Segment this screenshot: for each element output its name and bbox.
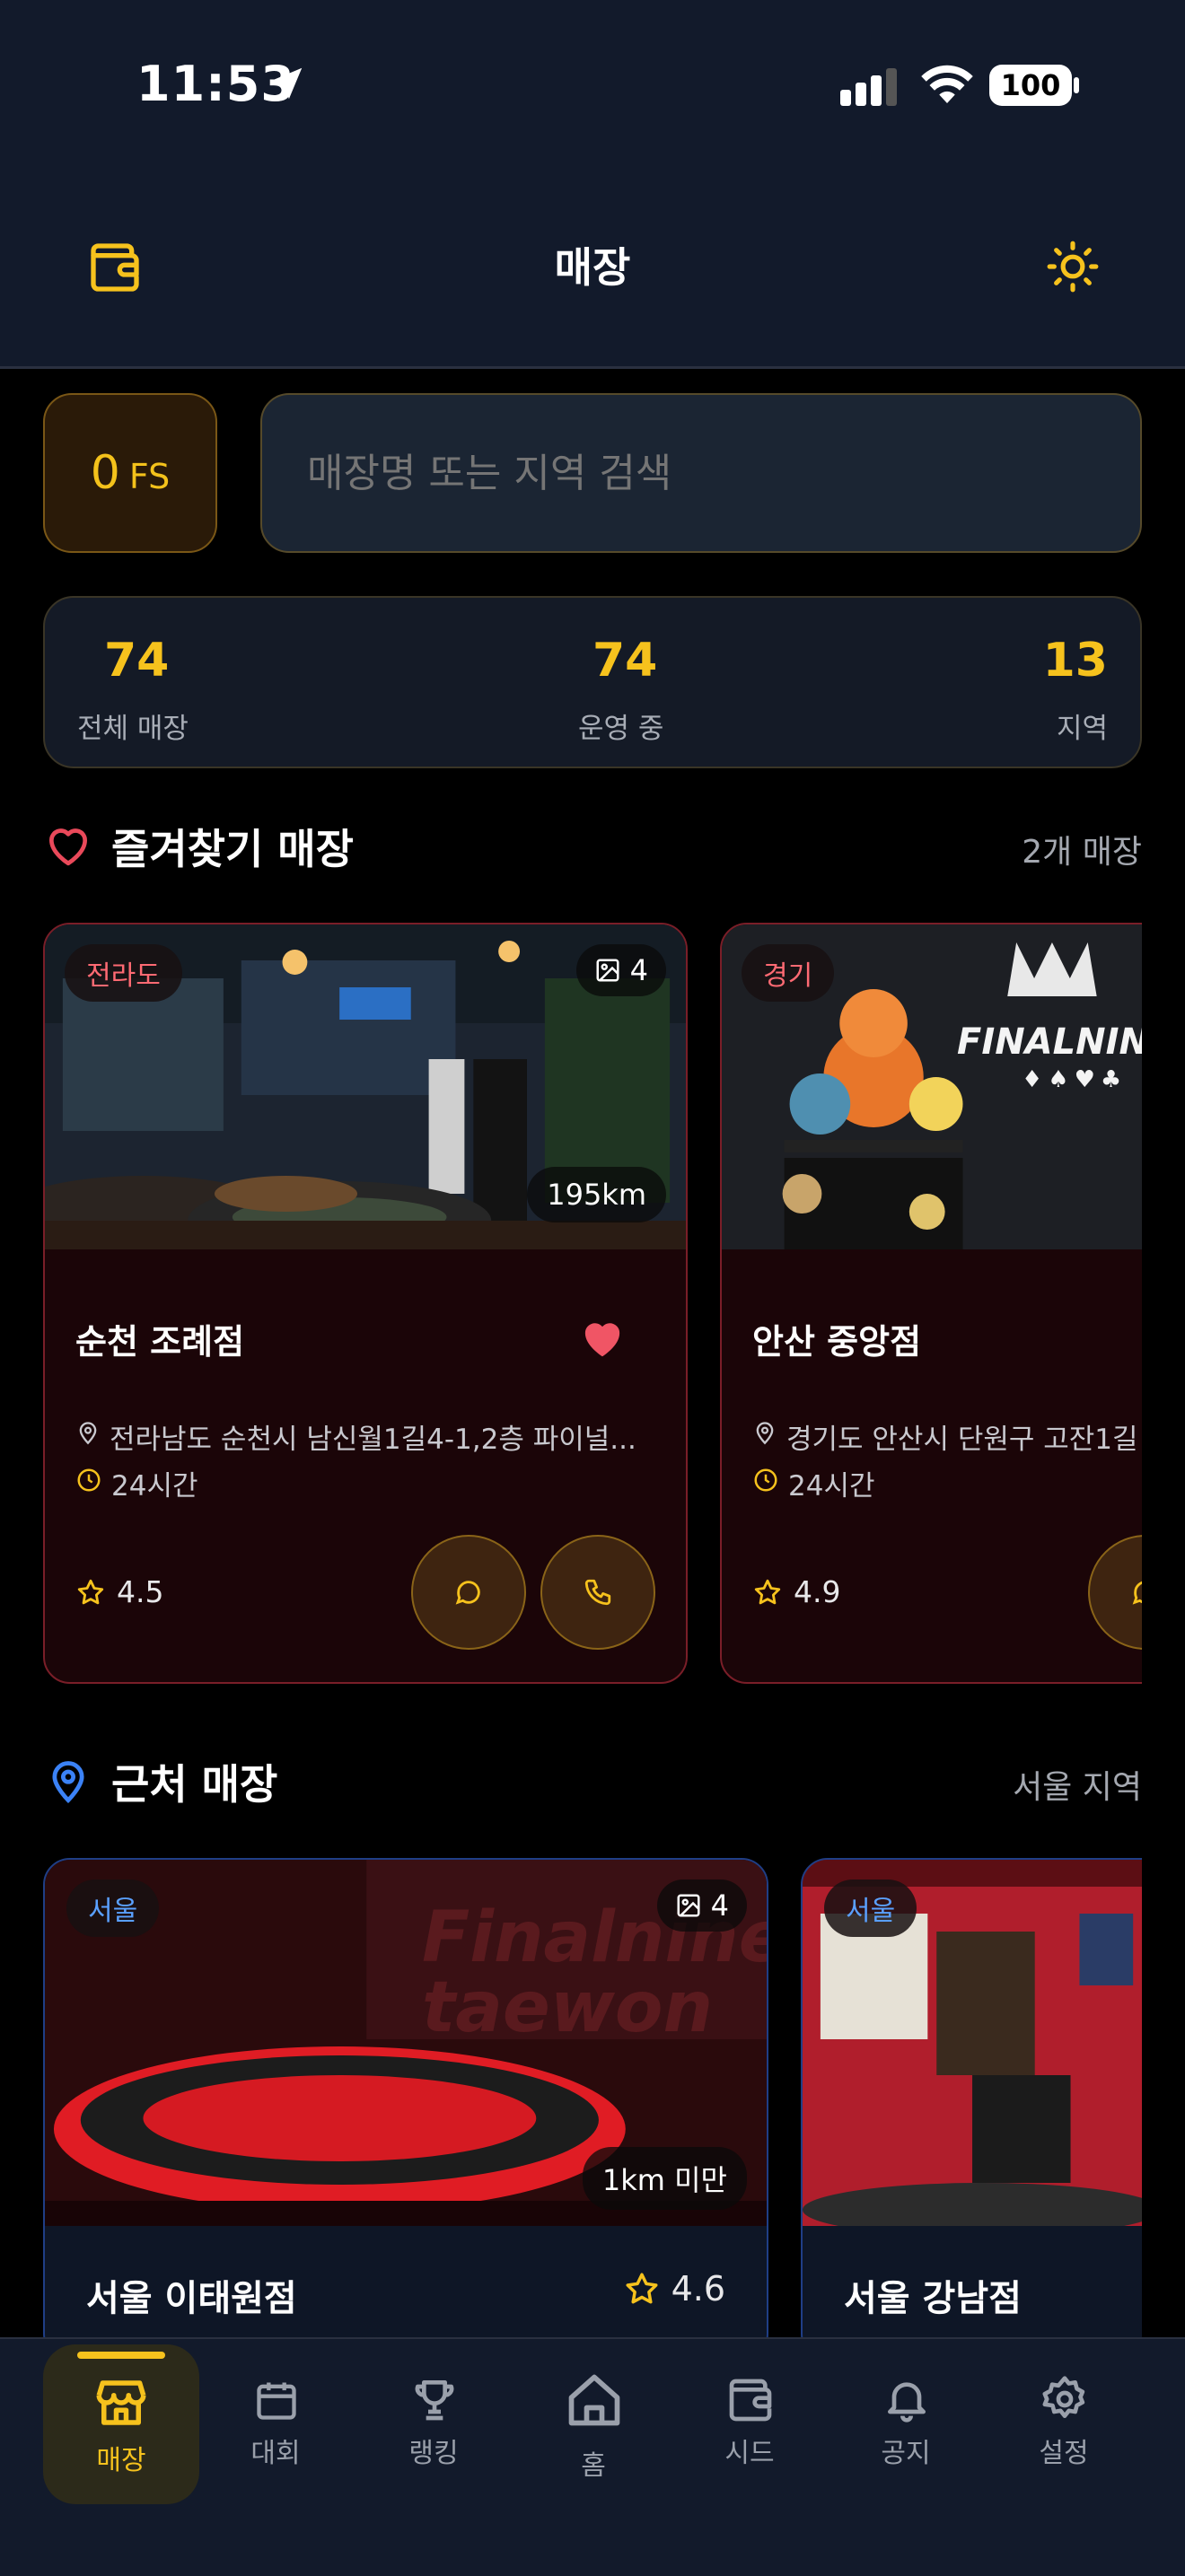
trophy-icon [415,2380,454,2421]
star-icon [754,1579,781,1604]
store-icon [96,2380,146,2425]
fs-amount: 0 [90,446,120,500]
sun-icon[interactable] [1045,239,1101,294]
active-tab-indicator [77,2352,165,2359]
rating-value: 4.6 [671,2269,725,2309]
tab-tournament-label: 대회 [250,2438,301,2469]
location-pin-icon [52,1761,84,1804]
star-icon [626,2273,658,2304]
store-name: 순천 조례점 [75,1322,245,1362]
photo-count-badge: 4 [656,1879,747,1932]
photo-count-badge: 4 [575,944,666,996]
stat-total-label: 전체 매장 [77,713,189,745]
wallet-icon [729,2379,772,2422]
store-hours: 24시간 [111,1470,198,1503]
photo-count: 4 [629,953,648,987]
favorite-store-card[interactable]: FINALNINE ♦♠♥♣ 경기 안산 중앙점 경기도 안산시 단원구 고잔1… [720,923,1142,1684]
store-address: 전라남도 순천시 남신월1길4-1,2층 파이널... [110,1424,636,1456]
top-bar: 11:53 100 매장 [0,0,1185,369]
tab-home-label: 홈 [581,2450,606,2482]
call-button[interactable] [540,1535,655,1650]
nearby-store-card[interactable]: 서울 서울 강남점 [801,1858,1142,2361]
region-tag: 서울 [66,1879,160,1937]
store-address: 경기도 안산시 단원구 고잔1길 [786,1424,1138,1456]
fs-balance-badge[interactable]: 0 FS [43,393,217,553]
store-rating: 4.6 [623,2269,725,2309]
map-pin-icon [756,1422,774,1445]
battery-cap [1074,77,1079,93]
bottom-tab-bar: 매장 대회 랭킹 홈 시드 공지 설정 [0,2337,1185,2576]
distance-badge: 195km [527,1167,666,1222]
search-input[interactable] [260,393,1142,553]
card-suits-glyphs: ♦♠♥♣ [1022,1066,1128,1093]
signal-icon [840,68,897,106]
tab-ranking-label: 랭킹 [408,2438,459,2469]
distance-badge: 1km 미만 [582,2147,747,2210]
nearby-title: 근처 매장 [111,1760,278,1809]
favorites-count: 2개 매장 [1022,834,1142,871]
nearby-region: 서울 지역 [1013,1769,1142,1806]
tab-store-label: 매장 [96,2445,146,2476]
store-rating: 4.5 [75,1574,163,1609]
page-title: 매장 [554,243,631,292]
clock-icon [77,1468,101,1492]
store-name: 안산 중앙점 [752,1322,922,1362]
heart-filled-icon[interactable] [578,1314,627,1362]
store-name: 서울 이태원점 [86,2278,297,2319]
favorite-card-clip: FINALNINE ♦♠♥♣ 경기 안산 중앙점 경기도 안산시 단원구 고잔1… [720,923,1142,1684]
region-tag: 전라도 [65,944,182,1002]
stat-region-value: 13 [1042,634,1108,688]
chat-icon [455,1581,480,1605]
bell-icon [888,2382,926,2423]
store-name: 서울 강남점 [844,2278,1022,2319]
battery-indicator: 100 [989,65,1072,106]
location-arrow-icon [270,67,303,100]
region-tag: 경기 [742,944,835,1002]
map-pin-icon [79,1422,97,1445]
chat-button[interactable] [1088,1535,1142,1650]
clock-icon [754,1468,777,1492]
nearby-card-clip: 서울 서울 강남점 [801,1858,1142,2361]
stat-open-value: 74 [592,634,658,688]
region-tag: 서울 [824,1879,917,1937]
stat-region-label: 지역 [1056,713,1108,745]
favorite-store-card[interactable]: 전라도 4 195km 순천 조례점 전라남도 순천시 남신월1길4-1,2층 … [43,923,688,1684]
fs-unit: FS [128,457,171,496]
home-icon [568,2374,620,2426]
tab-notice-label: 공지 [881,2438,931,2469]
tab-seed-label: 시드 [724,2438,775,2469]
photo-count: 4 [710,1888,729,1923]
calendar-icon [257,2382,296,2420]
phone-icon [584,1579,611,1606]
nearby-store-card[interactable]: Finalnine taewon 서울 4 1km 미만 서울 이태원점 4.6 [43,1858,768,2361]
store-hours: 24시간 [788,1470,875,1503]
rating-value: 4.9 [794,1574,841,1609]
favorites-title: 즐겨찾기 매장 [111,825,354,873]
stat-open-label: 운영 중 [578,713,664,745]
star-icon [77,1579,104,1604]
stat-total-value: 74 [104,634,170,688]
heart-outline-icon [48,828,88,866]
image-icon [677,1894,700,1917]
store-rating: 4.9 [752,1574,840,1609]
stats-panel: 74 전체 매장 74 운영 중 13 지역 [43,596,1142,768]
store-photo-logo: FINALNINE [957,1021,1142,1063]
gear-icon [1042,2376,1085,2418]
image-icon [596,959,619,982]
wifi-icon [921,65,973,103]
rating-value: 4.5 [117,1574,164,1609]
chat-button[interactable] [411,1535,526,1650]
tab-settings-label: 설정 [1039,2438,1089,2469]
chat-icon [1132,1581,1142,1605]
